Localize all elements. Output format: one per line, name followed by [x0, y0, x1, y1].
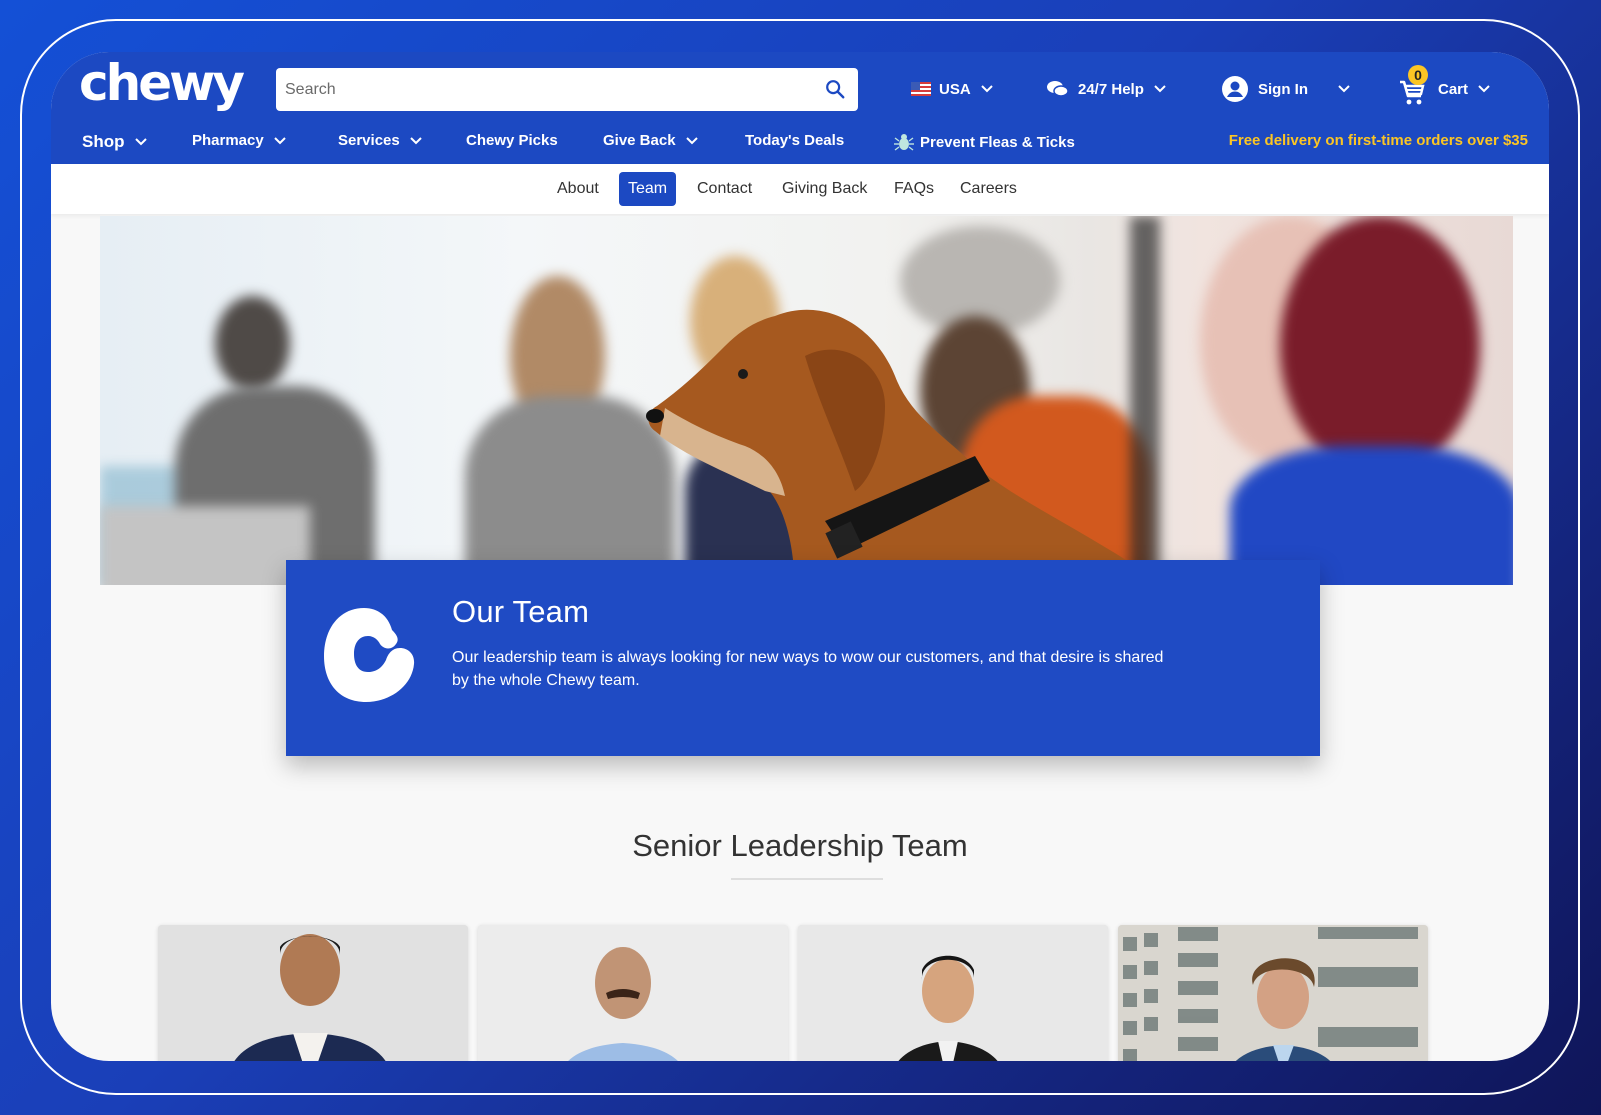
us-flag-icon — [911, 82, 931, 96]
leader-photo — [478, 925, 788, 1061]
browser-viewport: chewy USA 24/7 Help — [51, 52, 1549, 1061]
main-nav: Shop Pharmacy Services Chewy Picks Give … — [51, 118, 1549, 164]
nav-item-label: Shop — [82, 132, 125, 151]
sign-in-label: Sign In — [1258, 80, 1308, 98]
nav-item-label: Prevent Fleas & Ticks — [920, 133, 1075, 151]
cart-count-badge: 0 — [1408, 65, 1428, 85]
leader-photo — [1118, 925, 1428, 1061]
country-label: USA — [939, 80, 971, 98]
subnav-careers[interactable]: Careers — [951, 172, 1026, 206]
help-menu[interactable]: 24/7 Help — [1046, 74, 1166, 104]
about-subnav: About Team Contact Giving Back FAQs Care… — [51, 164, 1549, 214]
free-delivery-promo[interactable]: Free delivery on first-time orders over … — [1229, 132, 1528, 149]
flea-tick-icon — [894, 134, 914, 151]
chevron-down-icon — [1154, 85, 1166, 93]
search-button[interactable] — [824, 78, 848, 102]
nav-item-give-back[interactable]: Give Back — [603, 132, 698, 149]
nav-item-prevent-fleas-ticks[interactable]: Prevent Fleas & Ticks — [894, 132, 1075, 152]
leader-card[interactable] — [478, 925, 788, 1061]
chewy-c-logo-icon — [324, 608, 415, 702]
our-team-panel: Our Team Our leadership team is always l… — [286, 560, 1320, 756]
subnav-contact[interactable]: Contact — [688, 172, 761, 206]
dog-illustration — [646, 309, 1164, 585]
search-bar — [276, 68, 858, 111]
panel-title: Our Team — [452, 594, 590, 629]
search-input[interactable] — [276, 68, 796, 111]
chevron-down-icon — [1338, 85, 1350, 93]
site-header: chewy USA 24/7 Help — [51, 52, 1549, 164]
leader-photo — [158, 925, 468, 1061]
chat-bubbles-icon — [1047, 81, 1069, 97]
cart-label: Cart — [1438, 80, 1469, 98]
leader-card[interactable] — [798, 925, 1108, 1061]
chevron-down-icon — [980, 85, 993, 93]
subnav-about[interactable]: About — [548, 172, 608, 206]
nav-item-label: Chewy Picks — [466, 132, 558, 149]
chewy-logo[interactable]: chewy — [79, 58, 245, 108]
nav-item-services[interactable]: Services — [338, 132, 422, 149]
chevron-down-icon — [410, 136, 422, 145]
panel-description: Our leadership team is always looking fo… — [452, 649, 1164, 689]
chevron-down-icon — [685, 136, 698, 145]
country-selector[interactable]: USA — [911, 74, 993, 104]
subnav-giving-back[interactable]: Giving Back — [773, 172, 876, 206]
nav-item-shop[interactable]: Shop — [82, 132, 147, 152]
chevron-down-icon — [1478, 85, 1490, 93]
nav-item-label: Pharmacy — [192, 132, 264, 149]
nav-item-todays-deals[interactable]: Today's Deals — [745, 132, 844, 149]
subnav-faqs[interactable]: FAQs — [885, 172, 943, 206]
hero-image — [100, 216, 1513, 585]
nav-item-chewy-picks[interactable]: Chewy Picks — [466, 132, 558, 149]
chevron-down-icon — [134, 138, 147, 146]
section-divider — [731, 878, 883, 880]
sign-in-menu[interactable]: Sign In — [1221, 74, 1350, 104]
subnav-team[interactable]: Team — [619, 172, 677, 206]
leader-photo — [798, 925, 1108, 1061]
user-account-icon — [1222, 76, 1248, 102]
nav-item-label: Today's Deals — [745, 132, 845, 149]
nav-item-label: Give Back — [603, 132, 676, 149]
nav-item-pharmacy[interactable]: Pharmacy — [192, 132, 286, 149]
leader-card[interactable] — [158, 925, 468, 1061]
section-title: Senior Leadership Team — [632, 828, 968, 863]
chevron-down-icon — [274, 136, 286, 145]
search-icon — [826, 80, 845, 99]
nav-item-label: Services — [338, 132, 400, 149]
leader-card[interactable] — [1118, 925, 1428, 1061]
help-label: 24/7 Help — [1078, 80, 1144, 98]
cart-button[interactable]: 0 Cart — [1398, 65, 1490, 105]
